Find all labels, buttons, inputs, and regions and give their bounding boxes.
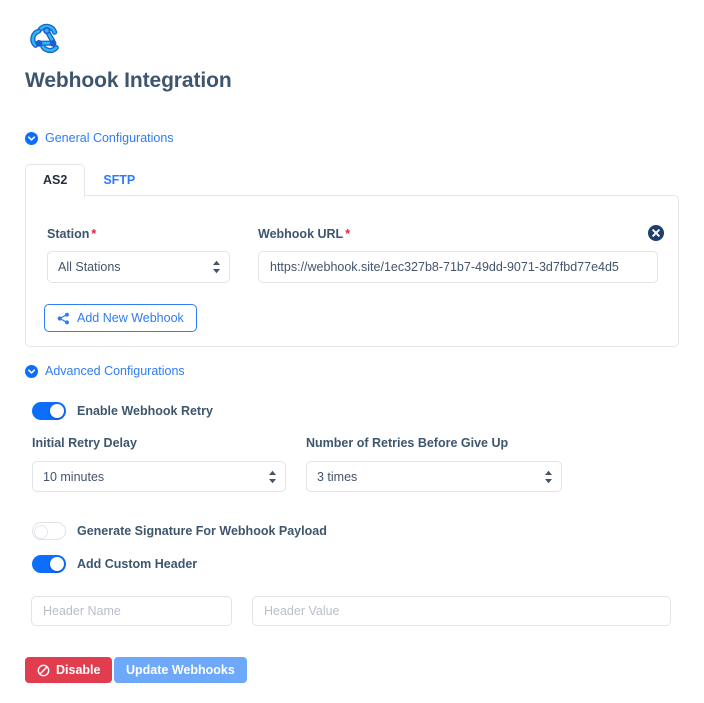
tab-list: AS2 SFTP [25, 163, 153, 197]
tab-as2[interactable]: AS2 [25, 164, 86, 197]
share-nodes-icon [57, 312, 69, 324]
initial-retry-delay-wrap: 10 minutes [32, 461, 286, 492]
generate-signature-toggle[interactable] [32, 522, 66, 540]
retries-before-give-up-select[interactable]: 3 times [306, 461, 562, 492]
add-custom-header-label: Add Custom Header [77, 556, 198, 571]
label-number-of-retries: Number of Retries Before Give Up [306, 436, 509, 450]
station-required-marker: * [91, 227, 97, 241]
station-select[interactable]: All Stations [47, 251, 230, 283]
section-label-general: General Configurations [45, 131, 174, 145]
enable-webhook-retry-toggle[interactable] [32, 402, 66, 420]
webhook-url-input[interactable] [258, 251, 658, 283]
label-station: Station * [47, 227, 96, 242]
toggle-knob [50, 557, 64, 571]
webhook-url-required-marker: * [345, 227, 351, 241]
add-new-webhook-label: Add New Webhook [77, 310, 184, 325]
chevron-down-circle-icon [25, 364, 38, 378]
remove-webhook-row-button[interactable] [646, 223, 666, 243]
add-new-webhook-button[interactable]: Add New Webhook [44, 304, 197, 332]
section-label-advanced: Advanced Configurations [45, 364, 185, 378]
toggle-knob [50, 404, 64, 418]
label-station-text: Station [47, 227, 90, 241]
label-webhook-url: Webhook URL * [258, 227, 350, 242]
webhook-logo-icon [26, 16, 68, 58]
retries-before-give-up-wrap: 3 times [306, 461, 562, 492]
tab-as2-label: AS2 [43, 173, 68, 187]
generate-signature-row: Generate Signature For Webhook Payload [32, 522, 327, 540]
webhook-integration-page: Webhook Integration General Configuratio… [0, 0, 704, 703]
initial-retry-delay-select[interactable]: 10 minutes [32, 461, 286, 492]
enable-webhook-retry-label: Enable Webhook Retry [77, 403, 213, 418]
tab-sftp[interactable]: SFTP [85, 164, 153, 197]
header-name-input[interactable] [31, 596, 232, 626]
chevron-down-circle-icon [25, 131, 38, 145]
disable-button[interactable]: Disable [25, 657, 113, 683]
page-title: Webhook Integration [25, 69, 232, 92]
header-value-input[interactable] [252, 596, 671, 626]
generate-signature-label: Generate Signature For Webhook Payload [77, 523, 327, 538]
section-header-general-configurations[interactable]: General Configurations [25, 131, 174, 145]
circle-x-remove-icon [648, 225, 664, 241]
ban-icon [37, 664, 50, 676]
station-select-wrap: All Stations [47, 251, 230, 283]
add-custom-header-row: Add Custom Header [32, 555, 197, 573]
enable-webhook-retry-row: Enable Webhook Retry [32, 402, 213, 420]
label-webhook-url-text: Webhook URL [258, 227, 344, 241]
disable-button-label: Disable [56, 662, 101, 677]
tab-sftp-label: SFTP [103, 173, 136, 187]
section-header-advanced-configurations[interactable]: Advanced Configurations [25, 364, 185, 378]
update-webhooks-button[interactable]: Update Webhooks [114, 657, 247, 683]
label-initial-retry-delay: Initial Retry Delay [32, 436, 137, 450]
toggle-knob [34, 525, 48, 539]
update-webhooks-button-label: Update Webhooks [126, 662, 235, 677]
add-custom-header-toggle[interactable] [32, 555, 66, 573]
